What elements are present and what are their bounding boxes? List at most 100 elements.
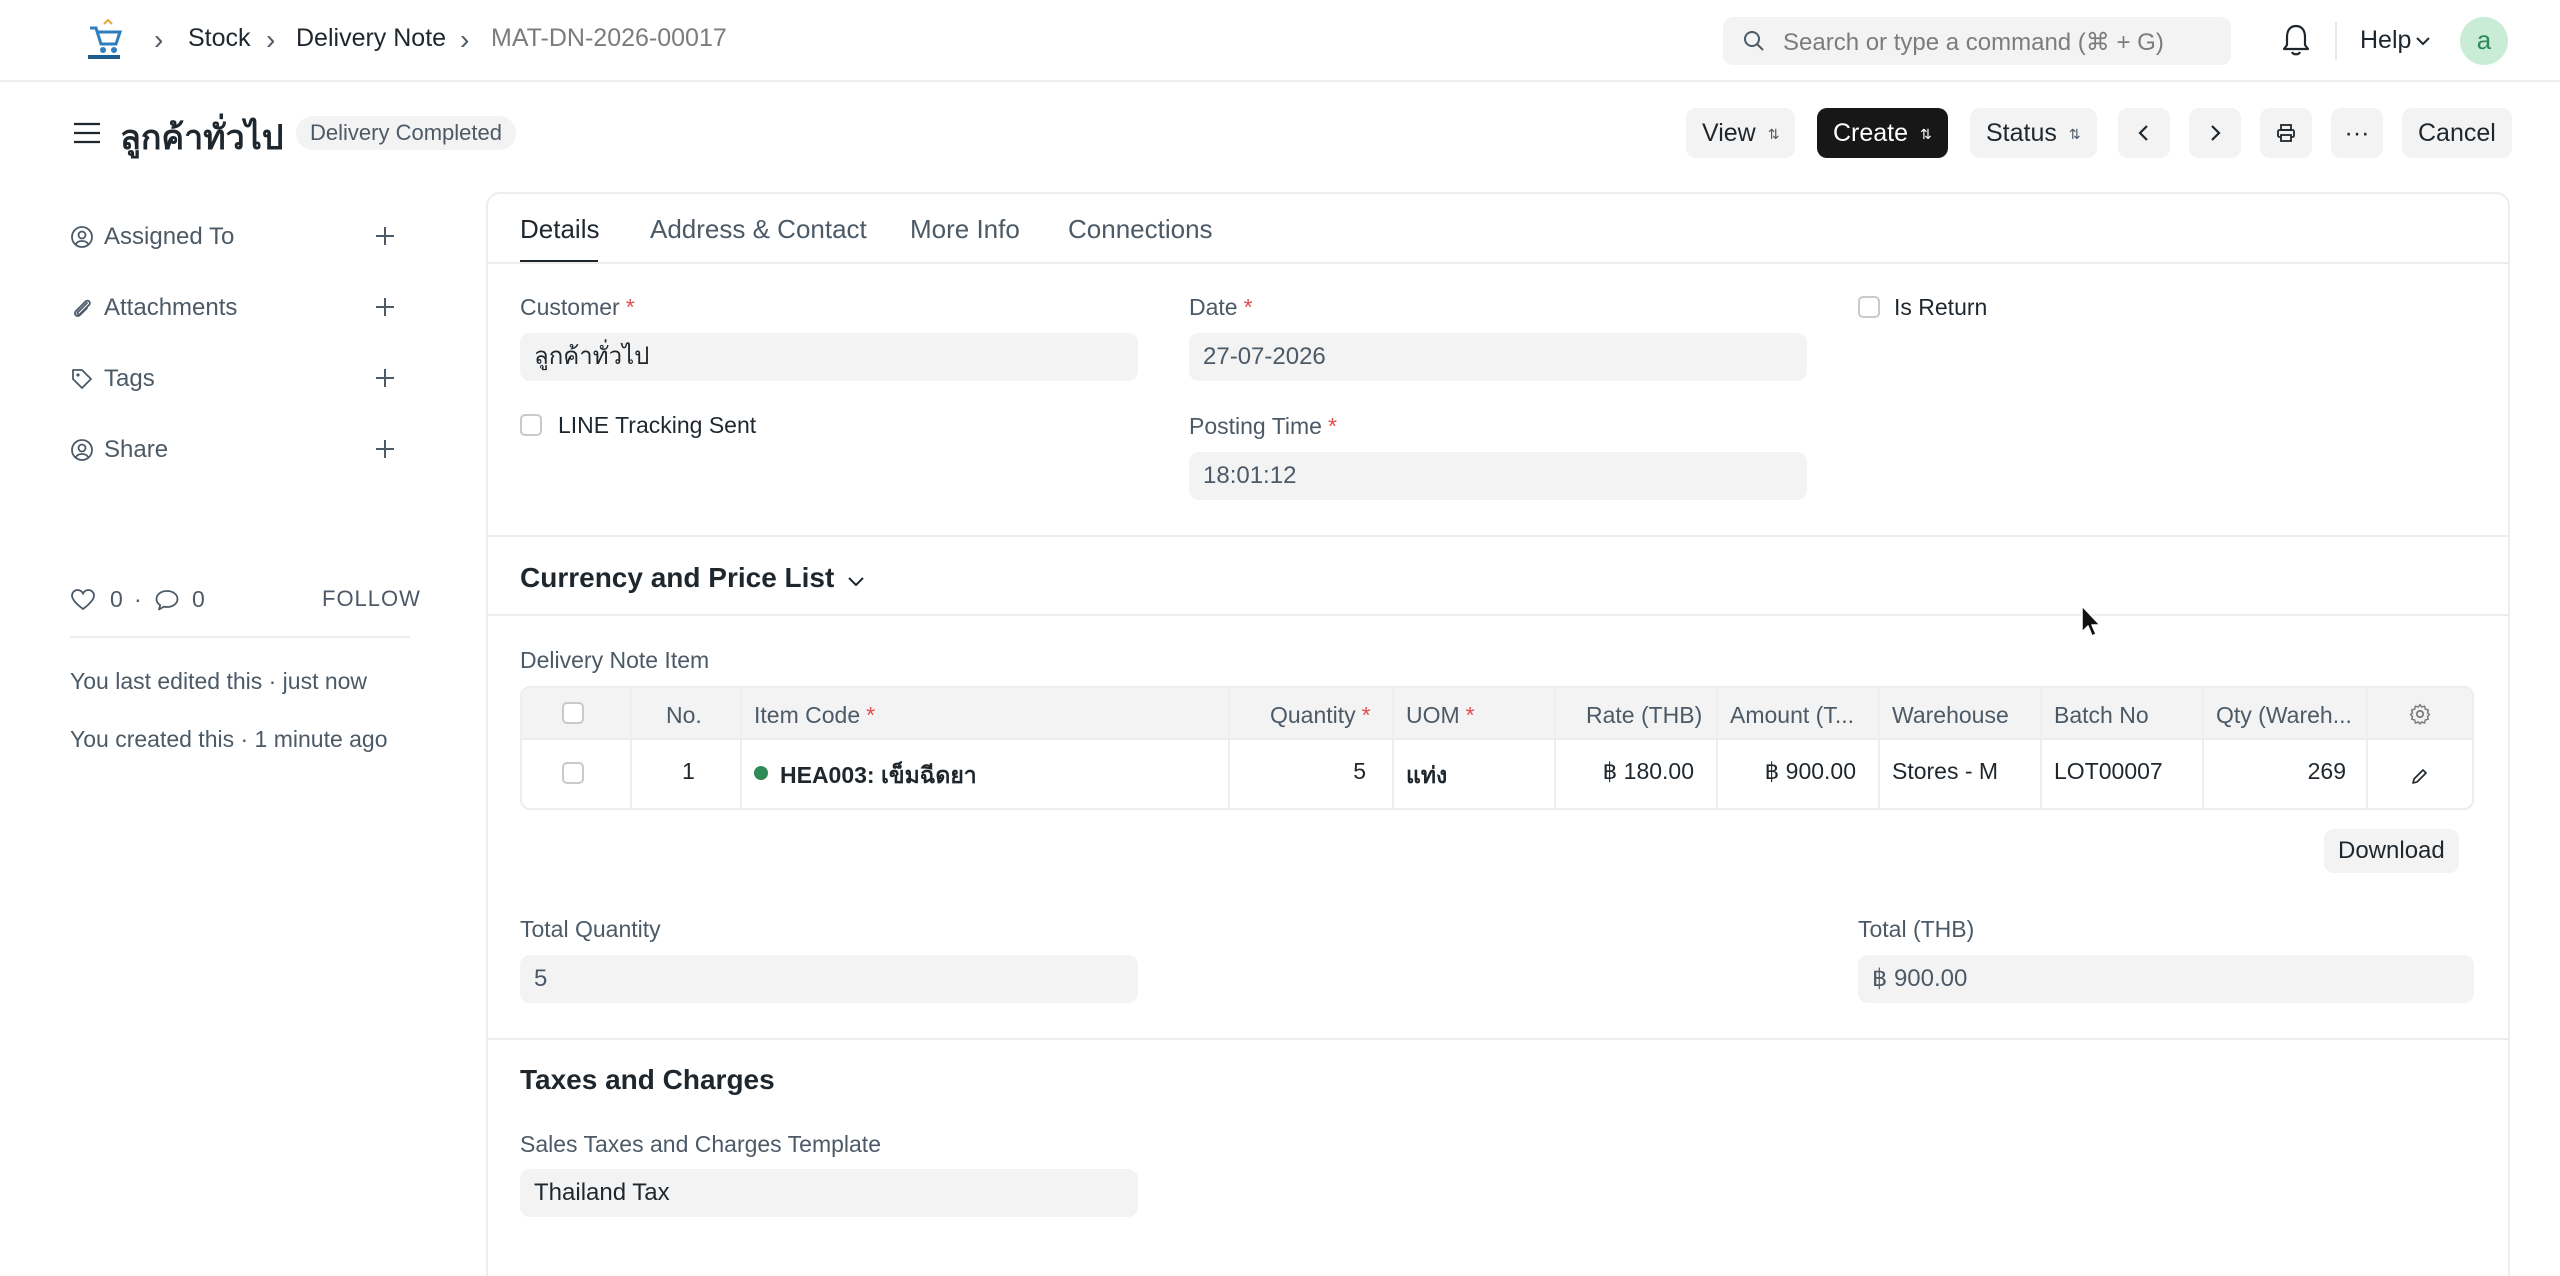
breadcrumb-stock[interactable]: Stock [188,24,251,53]
next-doc-button[interactable] [2189,108,2241,158]
sidebar-item-assigned-to[interactable]: Assigned To [70,221,410,251]
navbar-divider [2335,22,2337,60]
plus-icon[interactable] [372,436,398,462]
col-header-item-code-text: Item Code [754,702,861,728]
total-quantity-field: 5 [520,955,1138,1003]
tab-address-contact[interactable]: Address & Contact [650,214,867,245]
chevron-right-icon [2211,125,2221,141]
column-divider [2040,688,2042,808]
line-tracking-checkbox[interactable] [520,414,542,436]
total-field: ฿ 900.00 [1858,955,2474,1003]
sidebar-item-attachments[interactable]: Attachments [70,292,410,322]
top-navbar: › Stock › Delivery Note › MAT-DN-2026-00… [0,0,2560,82]
section-divider [488,1038,2508,1040]
col-header-uom: UOM * [1406,702,1475,729]
paperclip-icon [74,299,91,317]
cell-item-code[interactable]: HEA003: เข็มฉีดยา [780,758,977,794]
cell-uom[interactable]: แท่ง [1406,758,1447,794]
create-button[interactable]: Create ⇅ [1817,108,1948,158]
date-field[interactable]: 27-07-2026 [1189,333,1807,381]
status-button[interactable]: Status ⇅ [1970,108,2097,158]
plus-icon[interactable] [372,223,398,249]
col-header-rate: Rate (THB) [1586,702,1703,728]
view-button[interactable]: View ⇅ [1686,108,1796,158]
more-actions-button[interactable]: ··· [2331,108,2383,158]
page-title: ลูกค้าทั่วไป [120,119,284,157]
edit-icon[interactable] [2410,766,2430,786]
cell-warehouse[interactable]: Stores - M [1892,758,1998,785]
column-divider [2202,688,2204,808]
mouse-cursor-icon [2081,605,2101,637]
tabs-divider [488,262,2508,264]
bell-icon[interactable] [2280,22,2312,58]
cell-batch-no[interactable]: LOT00007 [2054,758,2163,785]
select-all-checkbox[interactable] [562,702,584,724]
col-header-no: No. [666,702,702,728]
breadcrumb-document[interactable]: MAT-DN-2026-00017 [491,24,727,53]
column-divider [630,688,632,808]
cell-quantity[interactable]: 5 [1353,758,1366,785]
follow-button[interactable]: FOLLOW [322,586,421,612]
section-divider [488,614,2508,616]
is-return-label: Is Return [1894,294,1988,320]
help-menu[interactable]: Help [2360,26,2411,55]
sidebar-item-share[interactable]: Share [70,434,410,464]
previous-doc-button[interactable] [2118,108,2170,158]
tax-template-field[interactable]: Thailand Tax [520,1169,1138,1217]
sidebar-divider [70,636,410,638]
col-header-uom-text: UOM [1406,702,1460,728]
download-button[interactable]: Download [2324,829,2459,873]
cell-no: 1 [682,758,695,784]
required-marker: * [625,294,635,320]
sidebar-item-label: Assigned To [104,223,235,250]
customer-label: Customer * [520,294,635,321]
gear-icon[interactable] [2408,702,2432,726]
tab-connections[interactable]: Connections [1068,214,1213,245]
col-header-warehouse: Warehouse [1892,702,2009,728]
like-count: 0 [110,586,123,612]
status-button-label: Status [1986,119,2057,147]
activity-created: You created this · 1 minute ago [70,726,388,752]
cell-amount: ฿ 900.00 [1764,758,1856,784]
chevron-down-icon[interactable] [845,570,867,592]
updown-icon: ⇅ [1767,126,1780,143]
sidebar-item-tags[interactable]: Tags [70,363,410,393]
print-button[interactable] [2260,108,2312,158]
tab-more-info[interactable]: More Info [910,214,1020,245]
chevron-down-icon[interactable] [2414,32,2432,50]
plus-icon[interactable] [372,294,398,320]
breadcrumb-delivery-note[interactable]: Delivery Note [296,24,446,53]
column-divider [1716,688,1718,808]
avatar[interactable]: a [2460,17,2508,65]
plus-icon[interactable] [372,365,398,391]
activity-last-edited: You last edited this · just now [70,668,368,694]
posting-time-field[interactable]: 18:01:12 [1189,452,1807,500]
date-label: Date * [1189,294,1253,321]
chevron-right-icon: › [154,24,164,55]
col-header-item-code: Item Code * [754,702,875,729]
required-marker: * [1327,413,1337,439]
hamburger-icon[interactable] [72,118,102,148]
col-header-batch-no: Batch No [2054,702,2149,728]
chevron-right-icon: › [460,24,470,55]
printer-icon [2277,124,2295,142]
search-input[interactable]: Search or type a command (⌘ + G) [1723,17,2231,65]
tab-details[interactable]: Details [520,214,599,245]
is-return-checkbox[interactable] [1858,296,1880,318]
cancel-button[interactable]: Cancel [2402,108,2512,158]
cell-qty-wareh: 269 [2307,758,2346,784]
row-checkbox[interactable] [562,762,584,784]
cancel-button-label: Cancel [2418,119,2496,147]
heart-icon[interactable] [70,588,96,612]
customer-field[interactable]: ลูกค้าทั่วไป [520,333,1138,381]
app-logo[interactable] [82,18,126,62]
currency-section-title[interactable]: Currency and Price List [520,562,834,594]
section-divider [488,535,2508,537]
taxes-section-title[interactable]: Taxes and Charges [520,1064,775,1096]
create-button-label: Create [1833,119,1909,147]
status-badge: Delivery Completed [296,116,516,150]
cell-rate[interactable]: ฿ 180.00 [1603,758,1694,785]
required-marker: * [866,702,876,728]
comment-icon[interactable] [154,588,180,612]
line-tracking-label: LINE Tracking Sent [558,412,757,438]
